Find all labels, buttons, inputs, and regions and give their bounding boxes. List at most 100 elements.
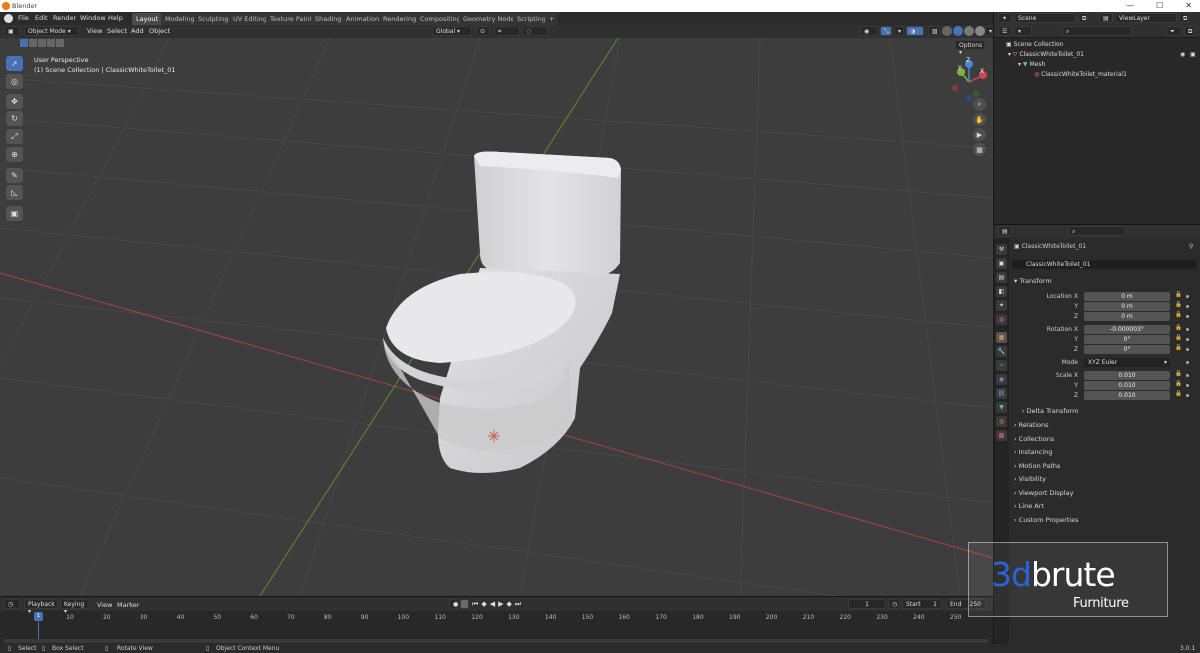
- lock-icon[interactable]: 🔓: [1175, 325, 1182, 331]
- move-tool-button[interactable]: ✥: [6, 94, 23, 109]
- next-keyframe-icon[interactable]: ◆: [506, 600, 511, 609]
- object-name-input[interactable]: ClassicWhiteToilet_01: [1012, 260, 1197, 269]
- tab-modeling[interactable]: Modeling: [161, 13, 199, 25]
- blender-menu-icon[interactable]: [4, 14, 13, 23]
- shading-dropdown-icon[interactable]: ▾: [985, 26, 993, 36]
- object-tab-icon[interactable]: ▦: [996, 332, 1007, 343]
- outliner-scene-collection[interactable]: ▣ Scene Collection: [1006, 41, 1063, 51]
- material-tab-icon[interactable]: ◍: [996, 416, 1007, 427]
- timeline-scrollbar[interactable]: [4, 639, 988, 643]
- rotation-z-field[interactable]: 0°: [1084, 345, 1170, 354]
- menu-help[interactable]: Help: [108, 14, 123, 22]
- ortho-toggle-button[interactable]: ▦: [973, 143, 986, 156]
- clock-icon[interactable]: ◷: [888, 599, 900, 609]
- rotation-y-field[interactable]: 0°: [1084, 335, 1170, 344]
- lock-icon[interactable]: 🔓: [1175, 391, 1182, 397]
- delta-transform-header[interactable]: › Delta Transform: [1022, 407, 1078, 415]
- xray-icon[interactable]: ▧: [928, 26, 940, 36]
- viewport-menu-object[interactable]: Object: [146, 26, 173, 36]
- timeline-menu-marker[interactable]: Marker: [114, 600, 142, 610]
- rendered-shading-icon[interactable]: [975, 26, 985, 36]
- properties-editor-type-icon[interactable]: ▤: [998, 226, 1012, 236]
- scale-tool-button[interactable]: ⤢: [6, 129, 23, 144]
- menu-render[interactable]: Render: [53, 14, 76, 22]
- menu-file[interactable]: File: [18, 14, 29, 22]
- proportional-edit-icon[interactable]: ◌: [522, 26, 548, 36]
- outliner-editor-type-icon[interactable]: ☰: [998, 26, 1012, 36]
- lock-icon[interactable]: 🔓: [1175, 292, 1182, 298]
- visibility-icon[interactable]: ◉: [860, 26, 878, 36]
- select-subtract-icon[interactable]: [38, 39, 46, 47]
- tab-uv-editing[interactable]: UV Editing: [229, 13, 271, 25]
- camera-restrict-icon[interactable]: ▣: [1190, 51, 1196, 61]
- 3d-viewport[interactable]: User Perspective (1) Scene Collection | …: [0, 38, 993, 596]
- gizmo-toggle-icon[interactable]: ⤡: [880, 26, 892, 36]
- minimize-icon[interactable]: —: [1126, 1, 1134, 10]
- viewport-menu-view[interactable]: View: [84, 26, 105, 36]
- keyframe-icon[interactable]: [1186, 361, 1189, 364]
- lock-icon[interactable]: 🔓: [1175, 381, 1182, 387]
- transform-tool-button[interactable]: ⊕: [6, 147, 23, 162]
- particles-tab-icon[interactable]: ✧: [996, 360, 1007, 371]
- zoom-navigation-button[interactable]: ⌕: [973, 98, 986, 111]
- menu-edit[interactable]: Edit: [35, 14, 48, 22]
- custom-properties-section[interactable]: › Custom Properties: [1014, 516, 1079, 524]
- prev-keyframe-icon[interactable]: ◆: [481, 600, 486, 609]
- camera-view-button[interactable]: ▶: [973, 128, 986, 141]
- play-reverse-icon[interactable]: ◀: [490, 600, 495, 609]
- scene-selector[interactable]: Scene: [1014, 13, 1076, 23]
- modifier-tab-icon[interactable]: 🔧: [996, 346, 1007, 357]
- auto-key-button[interactable]: [460, 599, 469, 609]
- tab-animation[interactable]: Animation: [342, 13, 384, 25]
- lock-icon[interactable]: 🔓: [1175, 335, 1182, 341]
- tab-shading[interactable]: Shading: [311, 13, 346, 25]
- pin-icon[interactable]: ⚲: [1189, 243, 1193, 250]
- timeline-editor-type-icon[interactable]: ◷: [4, 599, 20, 609]
- select-invert-icon[interactable]: [47, 39, 55, 47]
- viewport-display-section[interactable]: › Viewport Display: [1014, 489, 1073, 497]
- display-mode-icon[interactable]: ▾: [1014, 26, 1032, 36]
- location-y-field[interactable]: 0 m: [1084, 302, 1170, 311]
- select-extend-icon[interactable]: [29, 39, 37, 47]
- keying-dropdown[interactable]: Keying ▾: [60, 599, 90, 615]
- solid-shading-icon[interactable]: [953, 26, 963, 36]
- data-tab-icon[interactable]: ▼: [996, 402, 1007, 413]
- record-button[interactable]: ●: [449, 599, 458, 609]
- visibility-section[interactable]: › Visibility: [1014, 475, 1046, 483]
- tab-compositing[interactable]: Compositing: [416, 13, 465, 25]
- motion-paths-section[interactable]: › Motion Paths: [1014, 462, 1060, 470]
- select-tool-button[interactable]: ➚: [6, 56, 23, 71]
- location-x-field[interactable]: 0 m: [1084, 292, 1170, 301]
- tool-tab-icon[interactable]: ⚒: [996, 244, 1007, 255]
- keyframe-icon[interactable]: [1186, 338, 1189, 341]
- keyframe-icon[interactable]: [1186, 394, 1189, 397]
- relations-section[interactable]: › Relations: [1014, 421, 1049, 429]
- lock-icon[interactable]: 🔓: [1175, 312, 1182, 318]
- cursor-tool-button[interactable]: ◎: [6, 74, 23, 89]
- rotate-tool-button[interactable]: ↻: [6, 111, 23, 126]
- jump-end-icon[interactable]: ⏭: [515, 600, 521, 609]
- tab-sculpting[interactable]: Sculpting: [194, 13, 233, 25]
- viewport-menu-add[interactable]: Add: [128, 26, 147, 36]
- measure-tool-button[interactable]: ◺: [6, 185, 23, 200]
- annotate-tool-button[interactable]: ✎: [6, 168, 23, 183]
- output-tab-icon[interactable]: ▤: [996, 272, 1007, 283]
- keyframe-icon[interactable]: [1186, 305, 1189, 308]
- view-layer-tab-icon[interactable]: ◧: [996, 286, 1007, 297]
- outliner-search-input[interactable]: ⌕: [1062, 26, 1132, 36]
- maximize-icon[interactable]: ☐: [1156, 1, 1163, 10]
- collections-section[interactable]: › Collections: [1014, 435, 1054, 443]
- rotation-x-field[interactable]: -0.000003°: [1084, 325, 1170, 334]
- new-collection-icon[interactable]: ⧉: [1184, 26, 1196, 36]
- select-intersect-icon[interactable]: [56, 39, 64, 47]
- view-layer-icon[interactable]: ▤: [1099, 13, 1113, 23]
- physics-tab-icon[interactable]: ◉: [996, 374, 1007, 385]
- playback-dropdown[interactable]: Playback ▾: [24, 599, 58, 615]
- material-shading-icon[interactable]: [964, 26, 974, 36]
- mode-dropdown[interactable]: Object Mode ▾: [24, 26, 79, 36]
- jump-start-icon[interactable]: ⏮: [472, 600, 478, 609]
- view-layer-add-icon[interactable]: ⧉: [1179, 13, 1189, 23]
- keyframe-icon[interactable]: [1186, 315, 1189, 318]
- outliner-mesh-row[interactable]: ▾ ▼ Mesh: [1018, 61, 1045, 71]
- select-new-icon[interactable]: [20, 39, 28, 47]
